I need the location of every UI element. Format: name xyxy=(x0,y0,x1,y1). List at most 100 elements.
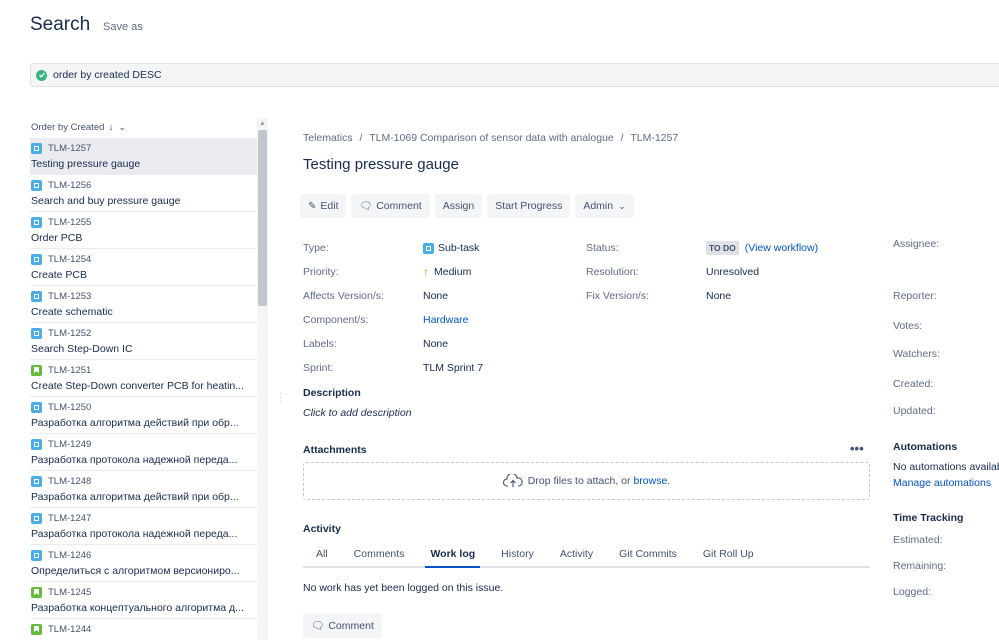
scroll-up-icon[interactable]: ▲ xyxy=(257,118,268,129)
order-by-control[interactable]: Order by Created ↓ ⌄ xyxy=(30,118,268,136)
subtask-icon xyxy=(31,253,42,265)
issue-key: TLM-1253 xyxy=(48,290,92,302)
issue-toolbar: ✎ Edit 🗨 Comment Assign Start Progress A… xyxy=(300,194,634,218)
issue-summary: Create Step-Down converter PCB for heati… xyxy=(31,380,245,392)
resize-handle-icon[interactable]: · · · xyxy=(279,389,282,407)
list-item[interactable]: TLM-1246 Определиться с алгоритмом версио… xyxy=(30,545,257,582)
pencil-icon: ✎ xyxy=(308,200,317,212)
tab-all[interactable]: All xyxy=(303,543,341,566)
issue-summary: Разработка алгоритма действий при обр... xyxy=(31,417,239,429)
scroll-thumb[interactable] xyxy=(258,130,267,306)
comment-icon: 🗨 xyxy=(311,620,325,632)
list-item[interactable]: TLM-1245 Разработка концептуального алгор… xyxy=(30,582,257,619)
breadcrumb-parent[interactable]: TLM-1069 Comparison of sensor data with … xyxy=(369,132,614,144)
watchers-label: Watchers: xyxy=(893,348,940,360)
issue-list: TLM-1257 Testing pressure gauge TLM-1256 Se… xyxy=(30,138,257,640)
tab-git-roll-up[interactable]: Git Roll Up xyxy=(690,543,767,566)
activity-tabs: All Comments Work log History Activity Git Co… xyxy=(303,543,870,568)
story-icon xyxy=(31,623,42,635)
chevron-down-icon: ⌄ xyxy=(618,200,626,211)
tab-activity[interactable]: Activity xyxy=(547,543,606,566)
issue-key: TLM-1255 xyxy=(48,216,92,228)
labels-label: Labels: xyxy=(303,338,337,350)
tab-history[interactable]: History xyxy=(488,543,547,566)
affects-version-value[interactable]: None xyxy=(423,290,448,302)
automations-heading: Automations xyxy=(893,441,958,453)
admin-label: Admin xyxy=(583,200,614,212)
issue-summary: Search and buy pressure gauge xyxy=(31,195,181,207)
list-scrollbar[interactable]: ▲ xyxy=(257,118,268,640)
page-title: Search xyxy=(30,14,91,35)
list-item[interactable]: TLM-1249 Разработка протокола надежной пе… xyxy=(30,434,257,471)
jql-query-text: order by created DESC xyxy=(53,69,162,81)
more-options-icon[interactable]: ••• xyxy=(850,441,864,456)
resolution-label: Resolution: xyxy=(586,266,639,278)
list-item[interactable]: TLM-1250 Разработка алгоритма действий пр… xyxy=(30,397,257,434)
issue-key: TLM-1248 xyxy=(48,475,92,487)
status-badge: TO DO xyxy=(706,241,739,255)
browse-link[interactable]: browse. xyxy=(633,475,670,487)
type-label: Type: xyxy=(303,242,329,254)
jql-query-bar[interactable]: order by created DESC xyxy=(30,63,999,87)
fix-version-value[interactable]: None xyxy=(706,290,731,302)
labels-value[interactable]: None xyxy=(423,338,448,350)
start-progress-button[interactable]: Start Progress xyxy=(487,194,571,218)
votes-label: Votes: xyxy=(893,320,923,332)
subtask-icon xyxy=(31,401,42,413)
breadcrumb: Telematics / TLM-1069 Comparison of sens… xyxy=(303,132,682,144)
component-value[interactable]: Hardware xyxy=(423,314,469,326)
breadcrumb-current[interactable]: TLM-1257 xyxy=(630,132,678,144)
chevron-down-icon[interactable]: ⌄ xyxy=(118,122,126,133)
issue-summary: Create schematic xyxy=(31,306,113,318)
view-workflow-link[interactable]: (View workflow) xyxy=(745,242,818,254)
status-label: Status: xyxy=(586,242,619,254)
order-by-label: Order by Created xyxy=(31,121,105,133)
component-label: Component/s: xyxy=(303,314,369,326)
description-heading: Description xyxy=(303,387,361,399)
list-item[interactable]: TLM-1248 Разработка алгоритма действий пр… xyxy=(30,471,257,508)
activity-heading: Activity xyxy=(303,523,341,535)
list-item[interactable]: TLM-1252 Search Step-Down IC xyxy=(30,323,257,360)
tab-comments[interactable]: Comments xyxy=(341,543,418,566)
list-item[interactable]: TLM-1244 xyxy=(30,619,257,640)
no-work-message: No work has yet been logged on this issu… xyxy=(303,582,504,594)
issue-summary: Разработка протокола надежной переда... xyxy=(31,528,238,540)
edit-button[interactable]: ✎ Edit xyxy=(300,194,347,218)
list-item[interactable]: TLM-1253 Create schematic xyxy=(30,286,257,323)
add-comment-button[interactable]: 🗨 Comment xyxy=(303,613,382,638)
tab-work-log[interactable]: Work log xyxy=(417,543,488,568)
list-item[interactable]: TLM-1247 Разработка протокола надежной пе… xyxy=(30,508,257,545)
description-placeholder[interactable]: Click to add description xyxy=(303,407,412,419)
list-item[interactable]: TLM-1257 Testing pressure gauge xyxy=(30,138,257,175)
list-item[interactable]: TLM-1255 Order PCB xyxy=(30,212,257,249)
breadcrumb-project[interactable]: Telematics xyxy=(303,132,353,144)
issue-summary: Разработка концептуального алгоритма д..… xyxy=(31,602,244,614)
issue-title[interactable]: Testing pressure gauge xyxy=(303,156,459,173)
admin-dropdown[interactable]: Admin ⌄ xyxy=(575,194,634,218)
story-icon xyxy=(31,586,42,598)
issue-key: TLM-1245 xyxy=(48,586,92,598)
attachment-dropzone[interactable]: Drop files to attach, or browse. xyxy=(303,462,870,500)
dropzone-text: Drop files to attach, or xyxy=(527,475,631,487)
check-icon xyxy=(36,69,47,81)
arrow-down-icon[interactable]: ↓ xyxy=(108,122,113,133)
assign-button[interactable]: Assign xyxy=(434,194,483,218)
details-middle-column: Status: TO DO (View workflow) Resolution:… xyxy=(586,236,818,308)
cloud-upload-icon xyxy=(502,474,523,487)
subtask-icon xyxy=(31,290,42,302)
save-as-link[interactable]: Save as xyxy=(103,21,143,33)
sprint-value[interactable]: TLM Sprint 7 xyxy=(423,362,483,374)
manage-automations-link[interactable]: Manage automations xyxy=(893,477,991,489)
list-item[interactable]: TLM-1256 Search and buy pressure gauge xyxy=(30,175,257,212)
tab-git-commits[interactable]: Git Commits xyxy=(606,543,690,566)
list-item[interactable]: TLM-1254 Create PCB xyxy=(30,249,257,286)
priority-value[interactable]: ↑ Medium xyxy=(423,265,471,279)
subtask-icon xyxy=(31,142,42,154)
list-item[interactable]: TLM-1251 Create Step-Down converter PCB f… xyxy=(30,360,257,397)
subtask-icon xyxy=(31,216,42,228)
subtask-icon xyxy=(423,242,434,254)
breadcrumb-separator: / xyxy=(359,132,363,144)
add-comment-label: Comment xyxy=(328,619,374,632)
issue-key: TLM-1251 xyxy=(48,364,92,376)
comment-button[interactable]: 🗨 Comment xyxy=(351,194,430,218)
